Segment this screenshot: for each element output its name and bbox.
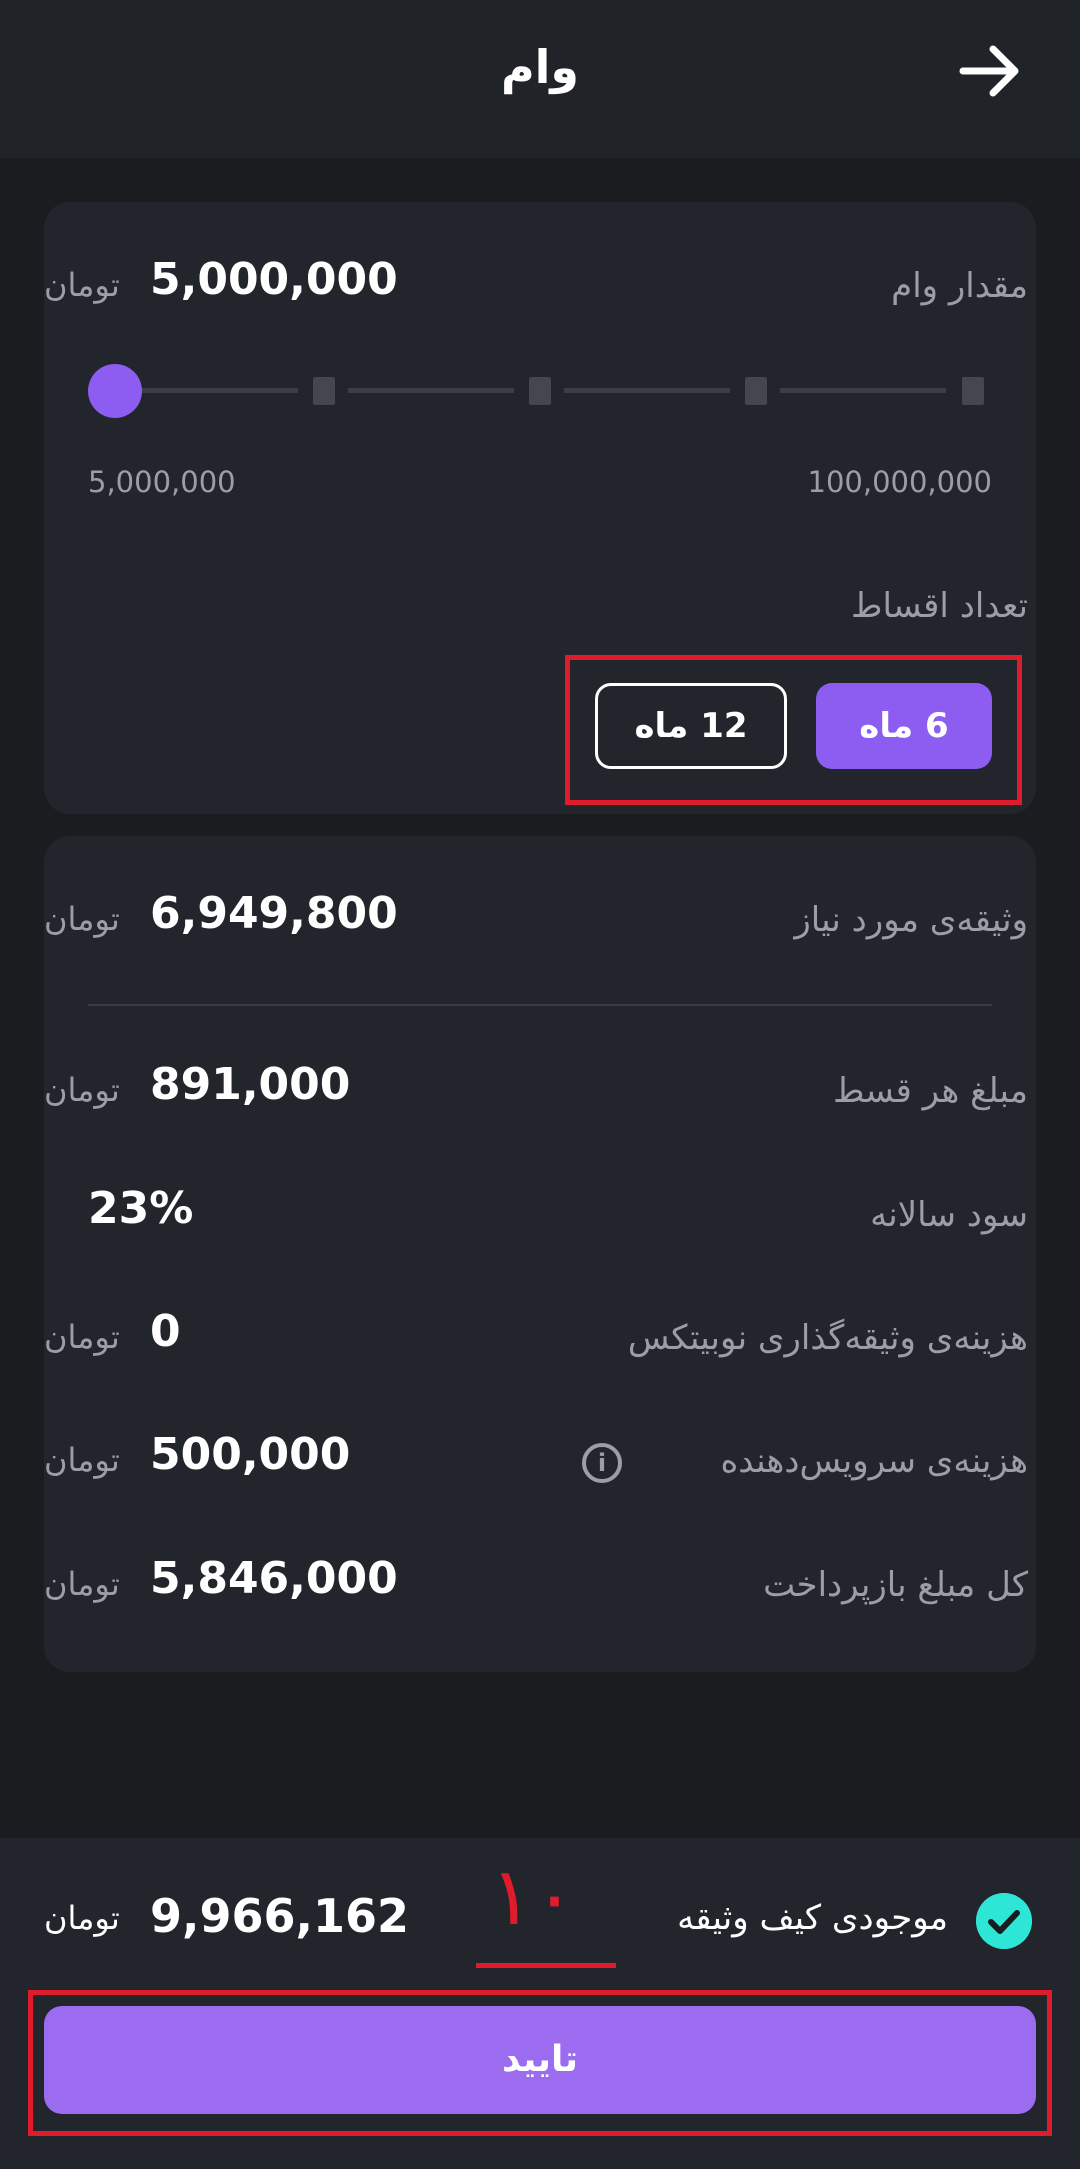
- slider-step-node[interactable]: [745, 377, 767, 405]
- wallet-balance-label: موجودی کیف وثیقه: [677, 1898, 948, 1938]
- total-repayment-unit: تومان: [44, 1565, 120, 1603]
- installments-label: تعداد اقساط: [851, 586, 1028, 626]
- annual-interest-label: سود سالانه: [870, 1195, 1028, 1235]
- per-installment-unit: تومان: [44, 1071, 120, 1109]
- collateral-unit: تومان: [44, 900, 120, 938]
- total-repayment-value: 5,846,000: [150, 1553, 398, 1604]
- slider-track-segment: [780, 388, 946, 393]
- details-divider: [88, 1004, 992, 1006]
- per-installment-value: 891,000: [150, 1059, 351, 1110]
- nobitex-fee-value: 0: [150, 1306, 181, 1357]
- loan-amount-value: 5,000,000: [150, 254, 398, 305]
- installments-highlight-box: [565, 655, 1022, 805]
- service-fee-unit: تومان: [44, 1441, 120, 1479]
- nobitex-fee-unit: تومان: [44, 1318, 120, 1356]
- slider-step-node[interactable]: [529, 377, 551, 405]
- check-circle-icon[interactable]: [976, 1893, 1032, 1949]
- info-icon[interactable]: i: [582, 1443, 622, 1483]
- page-title: وام: [500, 40, 580, 94]
- collateral-label: وثیقه‌ی مورد نیاز: [794, 900, 1028, 940]
- arrow-right-icon[interactable]: [955, 35, 1027, 107]
- service-fee-value: 500,000: [150, 1429, 351, 1480]
- slider-track-segment: [348, 388, 514, 393]
- loan-amount-unit: تومان: [44, 266, 120, 304]
- annotation-number: ۱۰: [490, 1850, 576, 1943]
- collateral-value: 6,949,800: [150, 888, 398, 939]
- slider-max-label: 100,000,000: [807, 465, 993, 499]
- wallet-balance-value: 9,966,162: [150, 1889, 409, 1943]
- slider-thumb[interactable]: [88, 364, 142, 418]
- wallet-balance-unit: تومان: [44, 1899, 120, 1937]
- total-repayment-label: کل مبلغ بازپرداخت: [763, 1565, 1028, 1605]
- slider-track-segment: [140, 388, 298, 393]
- nobitex-fee-label: هزینه‌ی وثیقه‌گذاری نوبیتکس: [627, 1318, 1028, 1358]
- slider-step-node[interactable]: [962, 377, 984, 405]
- slider-min-label: 5,000,000: [88, 465, 236, 499]
- slider-track-segment: [564, 388, 730, 393]
- confirm-highlight-box: [28, 1990, 1052, 2136]
- slider-step-node[interactable]: [313, 377, 335, 405]
- annual-interest-value: 23%: [88, 1183, 194, 1234]
- per-installment-label: مبلغ هر قسط: [833, 1071, 1028, 1111]
- top-bar: وام: [0, 0, 1080, 158]
- loan-amount-label: مقدار وام: [891, 266, 1028, 306]
- loan-details-card: [44, 836, 1036, 1672]
- service-fee-label: هزینه‌ی سرویس‌دهنده: [720, 1441, 1028, 1481]
- annotation-underline: [476, 1963, 616, 1968]
